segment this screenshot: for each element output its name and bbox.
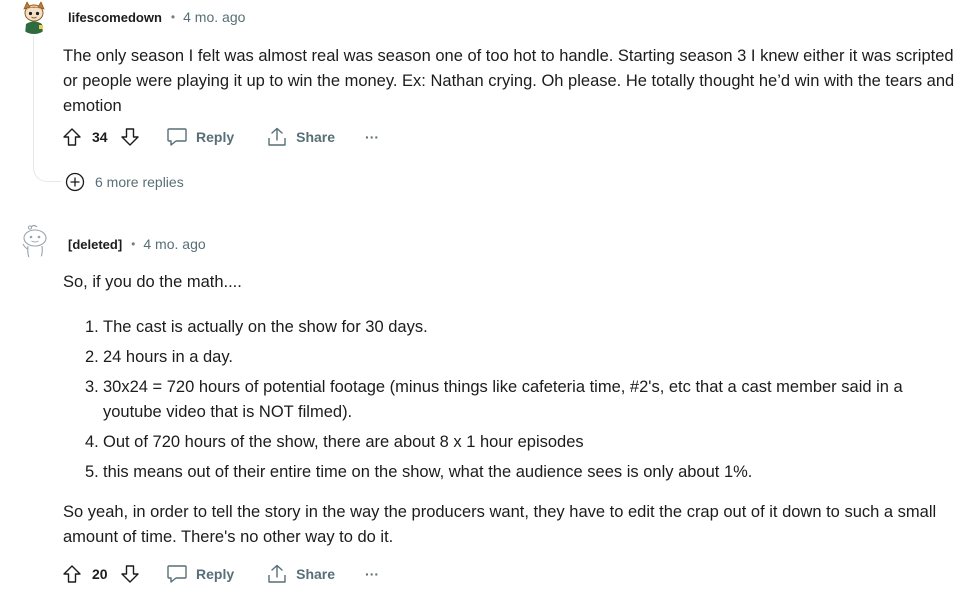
reply-button[interactable]: Reply [166, 564, 234, 584]
upvote-button[interactable] [62, 564, 82, 584]
list-item-number: 4. [85, 433, 99, 451]
deleted-user-snoo-icon [22, 224, 47, 258]
comment-actions: 34 Reply Share ··· [62, 125, 379, 149]
share-arrow-icon [268, 127, 286, 146]
meta-separator: • [170, 10, 176, 24]
upvote-arrow-icon [63, 565, 81, 583]
comment-author[interactable]: lifescomedown [68, 10, 162, 25]
speech-bubble-icon [167, 128, 187, 146]
comment-paragraph-intro: So, if you do the math.... [63, 273, 242, 291]
share-button[interactable]: Share [266, 564, 335, 584]
downvote-arrow-icon [121, 128, 139, 146]
avatar[interactable] [17, 0, 51, 34]
list-item-text: 24 hours in a day. [103, 348, 233, 366]
snoo-avatar-icon [17, 0, 51, 34]
speech-bubble-icon [167, 565, 187, 583]
reply-label: Reply [196, 129, 235, 145]
avatar[interactable] [17, 224, 51, 258]
downvote-arrow-icon [121, 565, 139, 583]
more-replies-label: 6 more replies [95, 174, 184, 190]
comment-author: [deleted] [68, 236, 123, 252]
share-arrow-icon [268, 564, 286, 583]
vote-count: 34 [92, 129, 108, 145]
reply-button[interactable]: Reply [166, 127, 234, 147]
share-button[interactable]: Share [266, 127, 335, 147]
comment-timestamp[interactable]: 4 mo. ago [143, 236, 205, 252]
comment-timestamp[interactable]: 4 mo. ago [183, 9, 245, 25]
vote-count: 20 [92, 566, 108, 582]
comment-thread: lifescomedown • 4 mo. ago The only seaso… [0, 0, 963, 605]
share-label: Share [296, 566, 336, 582]
downvote-button[interactable] [120, 127, 140, 147]
more-options-label: ··· [365, 566, 380, 582]
comment-paragraph: The only season I felt was almost real w… [63, 47, 955, 115]
thread-line[interactable] [33, 36, 34, 166]
list-item: 5. this means out of their entire time on… [63, 460, 955, 485]
upvote-arrow-icon [63, 128, 81, 146]
share-label: Share [296, 129, 336, 145]
upvote-button[interactable] [62, 127, 82, 147]
list-item-text: The cast is actually on the show for 30 … [103, 318, 428, 336]
more-options-button[interactable]: ··· [365, 129, 379, 145]
more-replies-button[interactable]: 6 more replies [65, 172, 184, 192]
more-options-label: ··· [365, 129, 380, 145]
meta-separator: • [131, 237, 136, 251]
list-item: 1. The cast is actually on the show for 3… [63, 315, 955, 340]
comment-actions: 20 Reply Share ··· [62, 562, 379, 586]
list-item: 2. 24 hours in a day. [63, 345, 955, 370]
list-item-number: 5. [85, 463, 99, 481]
plus-circle-icon [65, 172, 85, 192]
list-item-text: 30x24 = 720 hours of potential footage (… [103, 378, 903, 421]
more-options-button[interactable]: ··· [365, 566, 379, 582]
downvote-button[interactable] [120, 564, 140, 584]
list-item-number: 1. [85, 318, 99, 336]
reply-label: Reply [196, 566, 235, 582]
comment-body: The only season I felt was almost real w… [63, 44, 955, 119]
thread-connector [33, 154, 61, 182]
list-item: 3. 30x24 = 720 hours of potential footage… [63, 375, 955, 425]
list-item-text: this means out of their entire time on t… [103, 463, 753, 481]
comment-meta: [deleted] • 4 mo. ago [68, 236, 206, 252]
list-item-number: 2. [85, 348, 99, 366]
comment-body: So, if you do the math.... 1. The cast is… [63, 270, 955, 550]
numbered-list: 1. The cast is actually on the show for 3… [63, 315, 955, 485]
comment-meta: lifescomedown • 4 mo. ago [68, 9, 245, 25]
list-item-number: 3. [85, 378, 99, 396]
list-item: 4. Out of 720 hours of the show, there ar… [63, 430, 955, 455]
comment-paragraph-outro: So yeah, in order to tell the story in t… [63, 503, 937, 546]
list-item-text: Out of 720 hours of the show, there are … [103, 433, 584, 451]
